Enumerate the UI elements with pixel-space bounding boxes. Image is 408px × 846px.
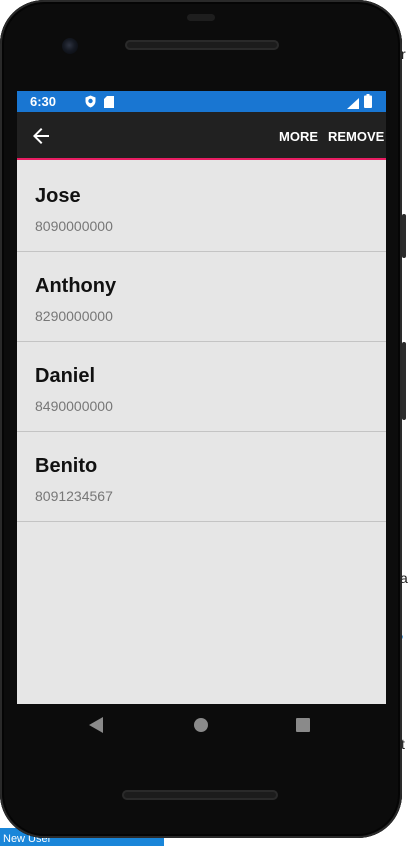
- remove-button[interactable]: REMOVE: [328, 129, 384, 144]
- contact-list: Jose 8090000000 Anthony 8290000000 Danie…: [17, 162, 386, 522]
- recents-square-icon[interactable]: [296, 718, 310, 737]
- contact-name: Benito: [35, 455, 98, 477]
- battery-icon: [364, 94, 372, 113]
- android-nav-bar: [17, 704, 386, 748]
- app-screen: 6:30 MORE REMOVE Jose 8090000000 Anthony…: [17, 91, 386, 704]
- front-camera-icon: [62, 38, 78, 54]
- bottom-speaker-grille: [122, 790, 278, 800]
- list-item[interactable]: Anthony 8290000000: [17, 252, 386, 342]
- earpiece-slot: [187, 14, 215, 21]
- contact-phone: 8090000000: [35, 218, 113, 234]
- back-triangle-icon[interactable]: [89, 717, 103, 738]
- status-time: 6:30: [30, 94, 57, 109]
- sd-card-icon: [104, 95, 114, 113]
- back-arrow-icon[interactable]: [29, 124, 53, 148]
- phone-frame: 6:30 MORE REMOVE Jose 8090000000 Anthony…: [0, 0, 406, 838]
- power-button[interactable]: [402, 214, 406, 258]
- list-item[interactable]: Daniel 8490000000: [17, 342, 386, 432]
- contact-name: Jose: [35, 185, 81, 207]
- contact-name: Daniel: [35, 365, 96, 387]
- contact-phone: 8091234567: [35, 488, 113, 504]
- home-circle-icon[interactable]: [194, 718, 208, 737]
- contact-phone: 8290000000: [35, 308, 113, 324]
- app-toolbar: MORE REMOVE: [17, 112, 386, 160]
- more-button[interactable]: MORE: [279, 129, 318, 144]
- shield-icon: [85, 95, 96, 113]
- contact-name: Anthony: [35, 275, 117, 297]
- top-speaker-grille: [125, 40, 279, 50]
- status-bar: 6:30: [17, 91, 386, 112]
- list-item[interactable]: Benito 8091234567: [17, 432, 386, 522]
- contact-phone: 8490000000: [35, 398, 113, 414]
- list-item[interactable]: Jose 8090000000: [17, 162, 386, 252]
- volume-button[interactable]: [402, 342, 406, 420]
